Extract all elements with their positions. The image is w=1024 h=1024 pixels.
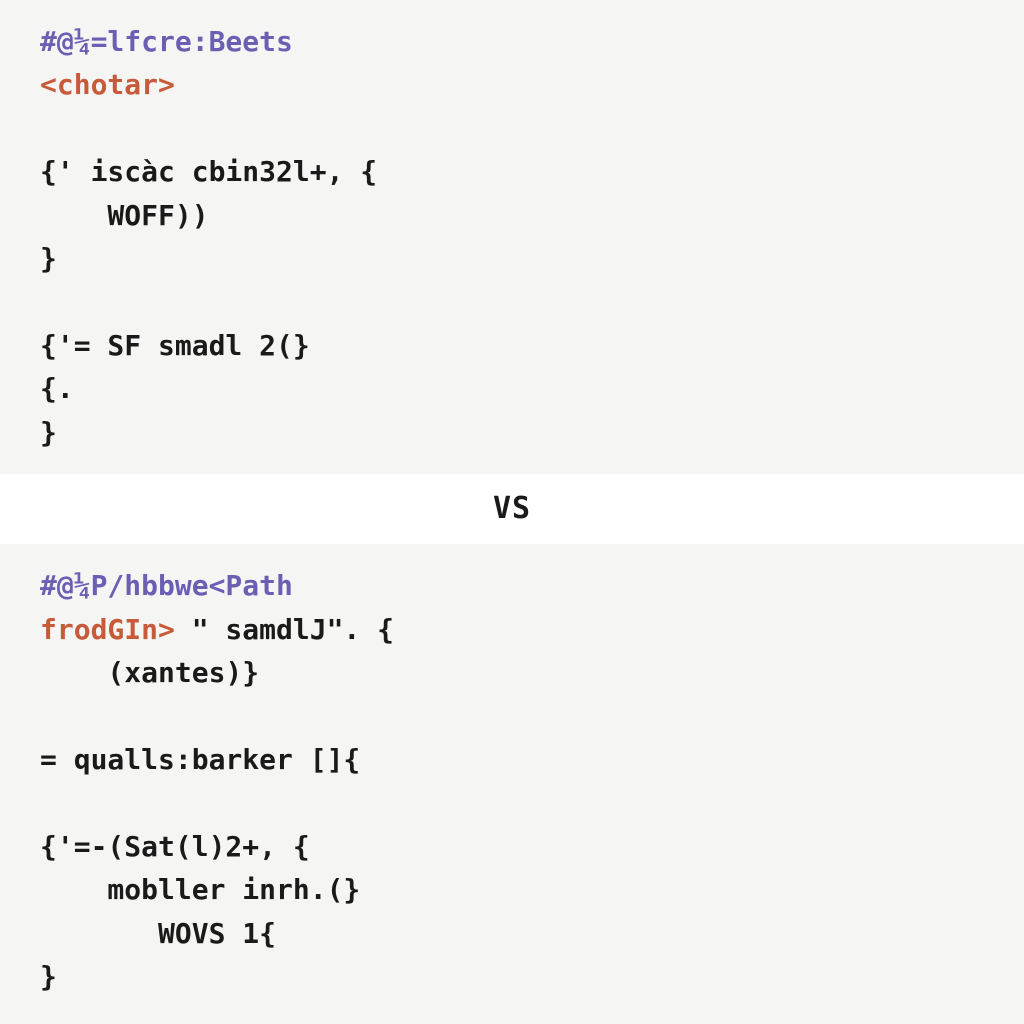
comment-header-top: #@¼=lfcre:Beets — [40, 25, 293, 58]
code-line: " samdlJ". { — [175, 613, 394, 646]
code-line: WOVS 1{ — [40, 917, 276, 950]
vs-divider: VS — [0, 474, 1024, 545]
code-line: = qualls:barker []{ — [40, 743, 360, 776]
tag-line-top: <chotar> — [40, 68, 175, 101]
code-line: (xantes)} — [40, 656, 259, 689]
code-line: mobller inrh.(} — [40, 873, 360, 906]
code-block-bottom: #@¼P/hbbwe<Path frodGIn> " samdlJ". { (x… — [40, 564, 984, 998]
code-block-top: #@¼=lfcre:Beets <chotar> {' iscàc cbin32… — [40, 20, 984, 454]
code-line: WOFF)) — [40, 199, 209, 232]
code-line: {'= SF smadl 2(} — [40, 329, 310, 362]
code-panel-bottom: #@¼P/hbbwe<Path frodGIn> " samdlJ". { (x… — [0, 544, 1024, 1022]
code-line: } — [40, 242, 57, 275]
comment-header-bottom: #@¼P/hbbwe<Path — [40, 569, 293, 602]
keyword-bottom: frodGIn> — [40, 613, 175, 646]
code-line: {'=-(Sat(l)2+, { — [40, 830, 310, 863]
code-line: {' iscàc cbin32l+, { — [40, 155, 377, 188]
code-line: } — [40, 960, 57, 993]
vs-label: VS — [493, 491, 531, 526]
code-panel-top: #@¼=lfcre:Beets <chotar> {' iscàc cbin32… — [0, 0, 1024, 474]
code-line: {. — [40, 372, 74, 405]
code-line: } — [40, 416, 57, 449]
